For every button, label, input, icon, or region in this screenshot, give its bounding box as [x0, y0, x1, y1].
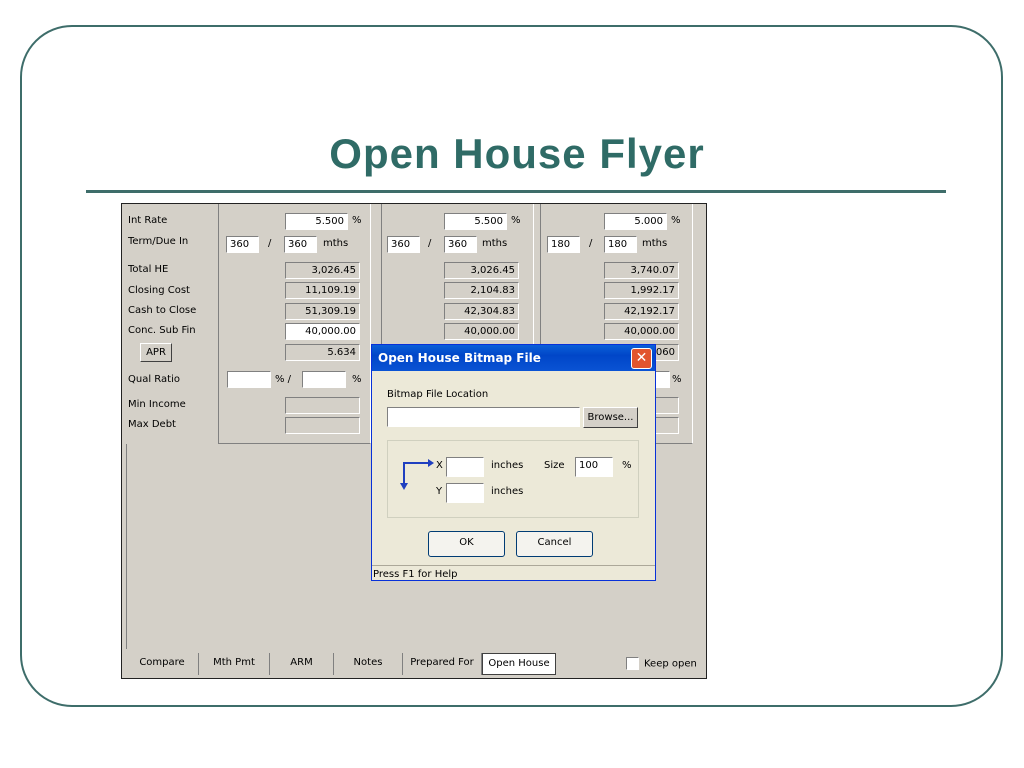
- bottom-tab-bar: Compare Mth Pmt ARM Notes Prepared For O…: [126, 653, 706, 675]
- total-he-value: 3,740.07: [604, 262, 679, 279]
- tab-prepared-for[interactable]: Prepared For: [403, 653, 482, 675]
- checkbox-icon[interactable]: [626, 657, 639, 670]
- keep-open-label: Keep open: [644, 658, 697, 670]
- y-position-input[interactable]: [446, 483, 484, 503]
- term-slash: /: [428, 238, 432, 249]
- int-rate-field[interactable]: 5.500: [285, 213, 348, 230]
- term-field[interactable]: 180: [547, 236, 580, 253]
- tab-notes[interactable]: Notes: [334, 653, 403, 675]
- title-divider: [86, 190, 946, 193]
- due-field[interactable]: 360: [284, 236, 317, 253]
- mths-label: mths: [323, 238, 349, 249]
- int-rate-field[interactable]: 5.000: [604, 213, 667, 230]
- slide-title: Open House Flyer: [329, 130, 705, 177]
- term-label: Term/Due In: [128, 236, 189, 247]
- qual-ratio-percent: %: [672, 374, 682, 385]
- min-income-label: Min Income: [128, 399, 186, 410]
- term-slash: /: [268, 238, 272, 249]
- apr-button[interactable]: APR: [140, 343, 172, 362]
- x-inches-label: inches: [491, 460, 524, 471]
- int-rate-field[interactable]: 5.500: [444, 213, 507, 230]
- size-input[interactable]: 100: [575, 457, 613, 477]
- total-he-value: 3,026.45: [285, 262, 360, 279]
- max-debt-value: [285, 417, 360, 434]
- closing-cost-value: 1,992.17: [604, 282, 679, 299]
- due-field[interactable]: 360: [444, 236, 477, 253]
- size-percent: %: [622, 460, 632, 471]
- browse-button[interactable]: Browse...: [583, 407, 638, 428]
- bitmap-location-label: Bitmap File Location: [387, 389, 489, 400]
- position-group: X inches Size 100 % Y inches: [387, 440, 639, 518]
- open-house-bitmap-dialog: Open House Bitmap File ✕ Bitmap File Loc…: [371, 344, 656, 581]
- qual-ratio-percent: %: [352, 374, 362, 385]
- qual-ratio-label: Qual Ratio: [128, 374, 180, 385]
- qual-ratio-separator: % /: [275, 374, 292, 385]
- x-label: X: [436, 460, 443, 471]
- keep-open-checkbox[interactable]: Keep open: [626, 657, 697, 670]
- cash-to-close-label: Cash to Close: [128, 305, 197, 316]
- max-debt-label: Max Debt: [128, 419, 176, 430]
- mths-label: mths: [642, 238, 668, 249]
- cancel-button[interactable]: Cancel: [516, 531, 593, 557]
- app-window: Int Rate Term/Due In Total HE Closing Co…: [121, 203, 707, 679]
- conc-sub-fin-value: 40,000.00: [604, 323, 679, 340]
- ok-button[interactable]: OK: [428, 531, 505, 557]
- close-button[interactable]: ✕: [631, 348, 652, 369]
- mths-label: mths: [482, 238, 508, 249]
- closing-cost-label: Closing Cost: [128, 285, 190, 296]
- y-label: Y: [436, 486, 443, 497]
- cash-to-close-value: 42,192.17: [604, 303, 679, 320]
- qual-ratio-back-field[interactable]: [302, 371, 346, 388]
- term-field[interactable]: 360: [387, 236, 420, 253]
- y-inches-label: inches: [491, 486, 524, 497]
- apr-value: 5.634: [285, 344, 360, 361]
- tab-arm[interactable]: ARM: [270, 653, 334, 675]
- closing-cost-value: 11,109.19: [285, 282, 360, 299]
- percent-sign: %: [511, 215, 521, 226]
- closing-cost-value: 2,104.83: [444, 282, 519, 299]
- bitmap-location-input[interactable]: [387, 407, 580, 427]
- percent-sign: %: [671, 215, 681, 226]
- panel-edge: [126, 444, 127, 649]
- status-divider: [372, 565, 655, 566]
- status-text: Press F1 for Help: [373, 569, 458, 580]
- percent-sign: %: [352, 215, 362, 226]
- due-field[interactable]: 180: [604, 236, 637, 253]
- total-he-value: 3,026.45: [444, 262, 519, 279]
- conc-sub-fin-value: 40,000.00: [444, 323, 519, 340]
- total-he-label: Total HE: [128, 264, 169, 275]
- tab-compare[interactable]: Compare: [126, 653, 199, 675]
- conc-sub-fin-label: Conc. Sub Fin: [128, 325, 196, 336]
- qual-ratio-front-field[interactable]: [227, 371, 271, 388]
- min-income-value: [285, 397, 360, 414]
- cash-to-close-value: 51,309.19: [285, 303, 360, 320]
- cash-to-close-value: 42,304.83: [444, 303, 519, 320]
- dialog-title: Open House Bitmap File: [372, 345, 655, 371]
- term-slash: /: [589, 238, 593, 249]
- tab-mth-pmt[interactable]: Mth Pmt: [199, 653, 270, 675]
- conc-sub-fin-field[interactable]: 40,000.00: [285, 323, 360, 340]
- term-field[interactable]: 360: [226, 236, 259, 253]
- x-position-input[interactable]: [446, 457, 484, 477]
- xy-axis-icon: [400, 459, 434, 490]
- int-rate-label: Int Rate: [128, 215, 168, 226]
- tab-open-house[interactable]: Open House: [482, 653, 556, 675]
- size-label: Size: [544, 460, 565, 471]
